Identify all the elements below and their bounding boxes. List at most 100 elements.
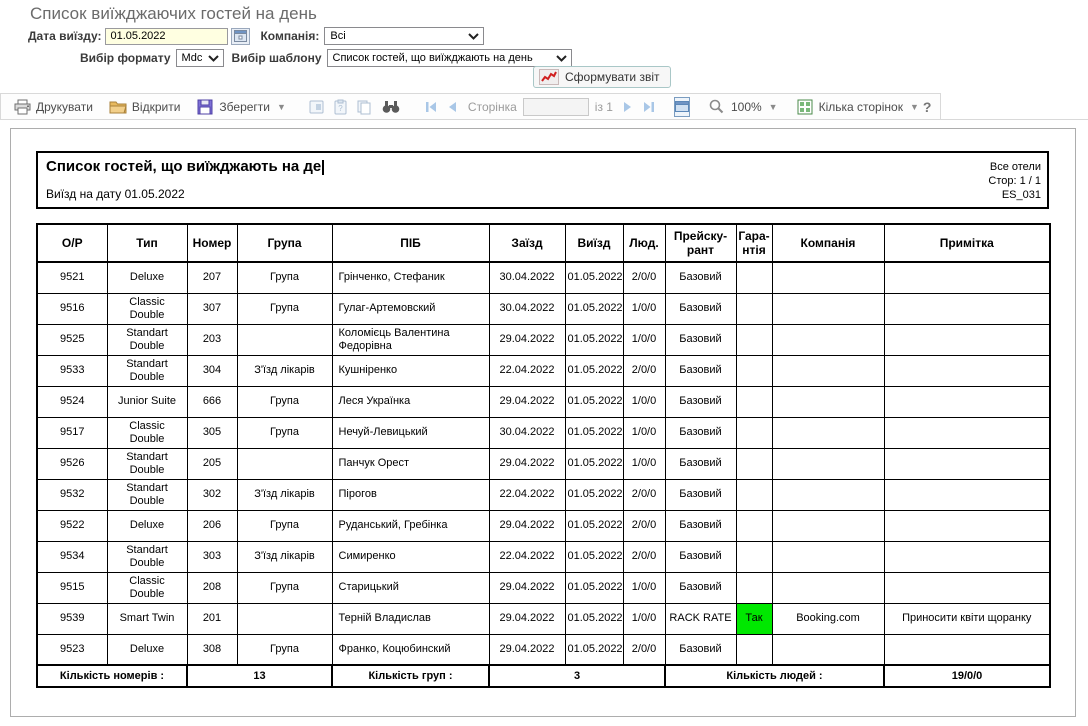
table-cell: Базовий [665, 572, 736, 603]
table-cell: 201 [187, 603, 237, 634]
chevron-down-icon [556, 55, 567, 62]
save-dropdown-icon[interactable]: ▼ [277, 102, 286, 112]
next-page-icon[interactable] [623, 98, 633, 116]
table-cell: Classic Double [107, 293, 187, 324]
chart-icon [539, 69, 559, 85]
table-cell: 01.05.2022 [565, 355, 623, 386]
print-label: Друкувати [36, 100, 93, 114]
export-icon[interactable] [308, 98, 325, 116]
page-number-input[interactable] [523, 98, 589, 116]
column-header: О/Р [37, 224, 107, 262]
table-cell: Леся Українка [332, 386, 489, 417]
table-cell: 9516 [37, 293, 107, 324]
table-cell: 302 [187, 479, 237, 510]
table-row: 9524Junior Suite666ГрупаЛеся Українка29.… [37, 386, 1050, 417]
multipage-grid-icon [796, 98, 814, 116]
table-cell: Так [736, 603, 772, 634]
table-cell: Standart Double [107, 355, 187, 386]
company-select[interactable]: Всі [324, 27, 484, 45]
table-cell [736, 448, 772, 479]
table-cell: 2/0/0 [623, 355, 665, 386]
table-cell: 22.04.2022 [489, 355, 565, 386]
table-cell: 1/0/0 [623, 448, 665, 479]
table-cell: 9534 [37, 541, 107, 572]
table-cell: 29.04.2022 [489, 324, 565, 355]
help-button[interactable]: ? [923, 99, 932, 115]
page-view-icon[interactable] [674, 97, 690, 117]
table-cell: 208 [187, 572, 237, 603]
template-label: Вибір шаблону [232, 51, 322, 65]
table-cell [772, 541, 884, 572]
table-cell: Standart Double [107, 448, 187, 479]
table-cell: Deluxe [107, 634, 187, 665]
generate-report-button[interactable]: Сформувати звіт [533, 66, 671, 88]
company-select-value: Всі [330, 30, 345, 42]
table-cell: Standart Double [107, 324, 187, 355]
save-button[interactable]: Зберегти ▼ [192, 96, 290, 118]
open-button[interactable]: Відкрити [105, 96, 185, 118]
format-select[interactable]: Mdc [176, 49, 224, 67]
table-cell: Classic Double [107, 572, 187, 603]
table-cell: 9523 [37, 634, 107, 665]
table-cell: 9526 [37, 448, 107, 479]
table-cell [772, 262, 884, 293]
table-cell [884, 510, 1050, 541]
table-cell [884, 634, 1050, 665]
table-cell: Грінченко, Стефаник [332, 262, 489, 293]
table-cell [237, 603, 332, 634]
company-label: Компанія: [260, 29, 319, 43]
template-select[interactable]: Список гостей, що виїжджають на день [327, 49, 572, 67]
table-cell: Приносити квіти щоранку [884, 603, 1050, 634]
column-header: Номер [187, 224, 237, 262]
table-row: 9523Deluxe308ГрупаФранко, Коцюбинский29.… [37, 634, 1050, 665]
table-cell: 22.04.2022 [489, 479, 565, 510]
svg-text:?: ? [338, 104, 343, 113]
clipboard-icon[interactable]: ? [333, 98, 348, 116]
date-input[interactable] [105, 28, 228, 45]
table-cell: Група [237, 417, 332, 448]
prev-page-icon[interactable] [447, 98, 457, 116]
open-folder-icon [109, 98, 127, 116]
printer-icon [13, 98, 31, 116]
table-cell [772, 510, 884, 541]
search-binoculars-icon[interactable] [382, 98, 400, 116]
table-cell: 9522 [37, 510, 107, 541]
table-cell [884, 417, 1050, 448]
table-cell: Базовий [665, 386, 736, 417]
calendar-button[interactable] [231, 28, 250, 45]
report-viewer: Список гостей, що виїжджають на де Виїзд… [10, 128, 1076, 717]
report-summary-row: Кількість номерів :13Кількість груп :3Кі… [37, 665, 1050, 687]
table-cell: Базовий [665, 634, 736, 665]
table-cell [736, 417, 772, 448]
table-cell: 206 [187, 510, 237, 541]
table-cell [884, 324, 1050, 355]
table-cell: 29.04.2022 [489, 603, 565, 634]
table-cell: 2/0/0 [623, 510, 665, 541]
table-cell: 2/0/0 [623, 541, 665, 572]
first-page-icon[interactable] [425, 98, 437, 116]
copy-pages-icon[interactable] [356, 98, 372, 116]
table-cell: Група [237, 510, 332, 541]
table-cell [736, 293, 772, 324]
multipage-button[interactable]: Кілька сторінок ▼ [792, 96, 923, 118]
zoom-control[interactable]: 100% ▼ [704, 96, 782, 118]
table-cell: 29.04.2022 [489, 634, 565, 665]
table-cell: 01.05.2022 [565, 262, 623, 293]
table-cell: 29.04.2022 [489, 510, 565, 541]
last-page-icon[interactable] [643, 98, 655, 116]
print-button[interactable]: Друкувати [9, 96, 97, 118]
table-cell [237, 448, 332, 479]
table-cell: 307 [187, 293, 237, 324]
column-header: Група [237, 224, 332, 262]
table-cell: 01.05.2022 [565, 603, 623, 634]
report-meta: Все отели Стор: 1 / 1 ES_031 [988, 160, 1041, 202]
table-cell [736, 479, 772, 510]
magnifier-icon [708, 98, 726, 116]
table-cell: 01.05.2022 [565, 572, 623, 603]
date-label: Дата виїзду: [28, 29, 101, 43]
table-cell: Симиренко [332, 541, 489, 572]
table-cell: Базовий [665, 510, 736, 541]
table-cell: RACK RATE [665, 603, 736, 634]
table-cell: 01.05.2022 [565, 324, 623, 355]
column-header: Виїзд [565, 224, 623, 262]
